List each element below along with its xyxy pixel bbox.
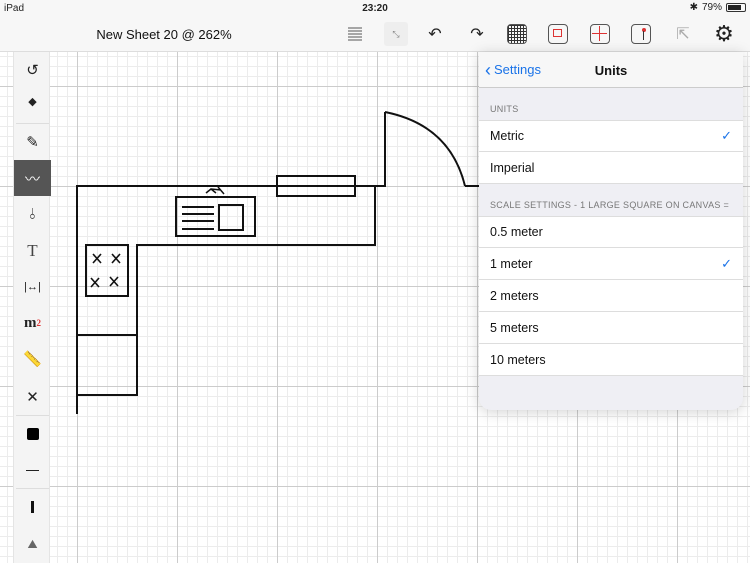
checkmark-icon: ✓	[721, 255, 732, 271]
area-sup: 2	[36, 318, 42, 328]
option-label: 2 meters	[490, 288, 539, 303]
door	[384, 111, 466, 187]
area-label: m	[24, 314, 37, 331]
scale-option-5m[interactable]: 5 meters	[479, 312, 743, 344]
dimension-icon[interactable]: |↔|	[14, 269, 51, 305]
popover-title: Units	[594, 63, 628, 78]
counter-outline	[76, 185, 479, 414]
gear-icon[interactable]: ⚙	[712, 21, 736, 46]
grid-icon[interactable]	[505, 22, 529, 46]
pen-line-icon[interactable]: ⫰	[14, 196, 51, 232]
scale-option-1m[interactable]: 1 meter ✓	[479, 248, 743, 280]
fit-screen-icon[interactable]: ⤡	[384, 22, 408, 46]
redo-icon[interactable]: ↷	[465, 22, 489, 46]
line-thickness-icon[interactable]	[14, 452, 51, 488]
ruler-icon[interactable]: 📏	[14, 341, 51, 377]
clock: 23:20	[362, 3, 388, 14]
scale-option-0-5m[interactable]: 0.5 meter	[479, 216, 743, 248]
toolbar: New Sheet 20 @ 262% ⤡ ↶ ↷ ⇱ ⚙	[0, 16, 750, 52]
popover-header: ‹ Settings Units	[479, 52, 743, 88]
sheet-title[interactable]: New Sheet 20 @ 262%	[64, 27, 264, 42]
status-bar: iPad 23:20 ✱ 79%	[0, 0, 750, 16]
rectangle-select-icon[interactable]	[546, 22, 570, 46]
checkmark-icon: ✓	[721, 128, 732, 143]
scale-option-2m[interactable]: 2 meters	[479, 280, 743, 312]
units-popover: ‹ Settings Units UNITS Metric ✓ Imperial S…	[479, 52, 743, 410]
delete-icon[interactable]: ✕	[14, 379, 51, 415]
option-label: 5 meters	[490, 320, 539, 335]
list-icon[interactable]	[343, 22, 367, 46]
marker-icon[interactable]	[629, 22, 653, 46]
unit-option-imperial[interactable]: Imperial	[479, 152, 743, 184]
bluetooth-icon: ✱	[689, 2, 698, 13]
battery-icon	[726, 3, 746, 12]
eraser-icon[interactable]: ◆	[14, 83, 51, 119]
fill-color-icon[interactable]	[14, 416, 51, 452]
units-section-header: UNITS	[490, 104, 519, 114]
option-label: 0.5 meter	[490, 225, 543, 239]
unit-option-metric[interactable]: Metric ✓	[479, 120, 743, 152]
area-icon[interactable]: m2	[14, 305, 51, 341]
battery-status: ✱ 79%	[690, 2, 746, 13]
freehand-icon[interactable]: 〰	[14, 160, 51, 196]
undo-icon[interactable]: ↶	[423, 22, 447, 46]
battery-percent: 79%	[701, 2, 722, 13]
option-label: Imperial	[490, 160, 535, 175]
scale-option-10m[interactable]: 10 meters	[479, 344, 743, 376]
text-icon[interactable]: T	[14, 233, 51, 269]
line-width-icon[interactable]	[14, 489, 51, 525]
option-label: 10 meters	[490, 352, 546, 367]
stove	[85, 244, 129, 297]
pencil-icon[interactable]: ✎	[14, 124, 51, 160]
crosshair-icon[interactable]	[588, 22, 612, 46]
share-icon[interactable]: ⇱	[671, 22, 695, 46]
option-label: Metric	[490, 129, 525, 143]
scale-section-header: SCALE SETTINGS - 1 LARGE SQUARE ON CANVA…	[490, 200, 730, 210]
image-icon[interactable]: ⛰	[14, 526, 51, 562]
sink	[175, 186, 256, 237]
tool-sidebar: ↺ ◆ ✎ 〰 ⫰ T |↔| m2 📏 ✕ ⛰	[13, 52, 51, 563]
option-label: 1 meter	[490, 256, 533, 271]
